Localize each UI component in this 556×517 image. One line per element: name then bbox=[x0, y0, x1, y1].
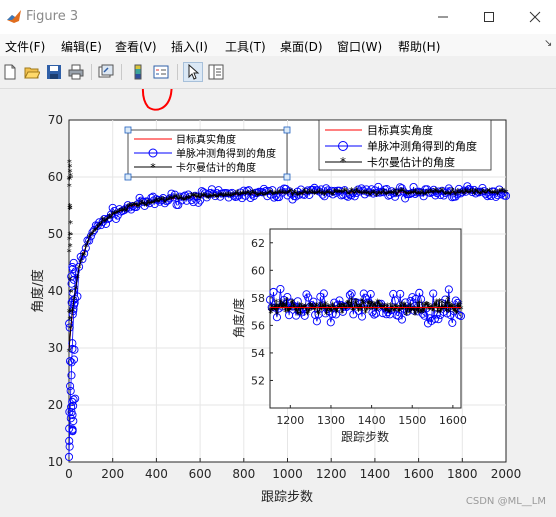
kalman-point: * bbox=[67, 235, 72, 246]
main-ytick-label: 50 bbox=[48, 227, 63, 241]
legend1-entry-monopulse: 单脉冲测角得到的角度 bbox=[176, 147, 276, 160]
window-title: Figure 3 bbox=[26, 9, 79, 24]
legend2-entry-kalman: 卡尔曼估计的角度 bbox=[367, 155, 455, 169]
minimize-icon bbox=[438, 16, 448, 18]
main-xtick-label: 400 bbox=[145, 467, 168, 481]
edit-plot-arrow-icon bbox=[188, 64, 200, 80]
save-button[interactable] bbox=[44, 62, 64, 82]
inset-xtick-label: 1500 bbox=[398, 414, 426, 427]
kalman-point: * bbox=[67, 247, 72, 258]
main-ytick-label: 20 bbox=[48, 398, 63, 412]
main-xtick-label: 0 bbox=[65, 467, 73, 481]
kalman-point: * bbox=[68, 288, 73, 299]
menu-insert[interactable]: 插入(I) bbox=[171, 38, 208, 55]
legend2-entry-true: 目标真实角度 bbox=[367, 123, 433, 137]
kalman-point: * bbox=[68, 219, 73, 230]
minimize-button[interactable] bbox=[432, 6, 454, 28]
menu-bar: 文件(F) 编辑(E) 查看(V) 插入(I) 工具(T) 桌面(D) 窗口(W… bbox=[0, 34, 556, 56]
maximize-icon bbox=[484, 12, 494, 22]
menu-tools[interactable]: 工具(T) bbox=[225, 38, 266, 55]
main-ytick-label: 30 bbox=[48, 341, 63, 355]
open-property-inspector-icon bbox=[208, 64, 224, 80]
main-xtick-label: 2000 bbox=[491, 467, 522, 481]
toolbar-separator bbox=[177, 64, 178, 80]
legend-selected[interactable]: 目标真实角度 单脉冲测角得到的角度 * 卡尔曼估计的角度 bbox=[124, 126, 291, 181]
kalman-point: * bbox=[68, 276, 73, 287]
kalman-point: * bbox=[67, 174, 72, 185]
inset-ytick-label: 54 bbox=[251, 347, 265, 360]
print-button[interactable] bbox=[66, 62, 86, 82]
title-bar: Figure 3 bbox=[0, 0, 556, 34]
inset-xtick-label: 1300 bbox=[317, 414, 345, 427]
menu-file[interactable]: 文件(F) bbox=[5, 38, 45, 55]
main-xtick-label: 1200 bbox=[316, 467, 347, 481]
watermark: CSDN @ML__LM bbox=[465, 496, 546, 507]
insert-legend-icon bbox=[153, 65, 169, 79]
menu-edit[interactable]: 编辑(E) bbox=[61, 38, 102, 55]
menu-view[interactable]: 查看(V) bbox=[115, 38, 157, 55]
main-xtick-label: 1600 bbox=[403, 467, 434, 481]
inset-xlabel: 跟踪步数 bbox=[341, 429, 389, 444]
close-icon bbox=[529, 11, 541, 23]
figure-toolbar bbox=[0, 56, 556, 89]
save-icon bbox=[47, 65, 61, 79]
legend2-entry-monopulse: 单脉冲测角得到的角度 bbox=[367, 139, 477, 153]
inset-ytick-label: 56 bbox=[251, 319, 265, 332]
open-file-button[interactable] bbox=[22, 62, 42, 82]
insert-colorbar-button[interactable] bbox=[128, 62, 148, 82]
kalman-point: * bbox=[504, 188, 509, 199]
toolbar-dock-arrow-icon[interactable]: ↘ bbox=[544, 38, 552, 49]
close-button[interactable] bbox=[524, 6, 546, 28]
figure-canvas[interactable]: 0 200 400 600 800 1000 1200 1400 1600 1800 2000 10 2… bbox=[0, 58, 556, 513]
inset-ytick-label: 62 bbox=[251, 237, 265, 250]
inset-xtick-label: 1600 bbox=[439, 414, 467, 427]
toolbar-separator bbox=[91, 64, 92, 80]
inset-ytick-label: 58 bbox=[251, 292, 265, 305]
menu-help[interactable]: 帮助(H) bbox=[398, 38, 440, 55]
maximize-button[interactable] bbox=[478, 6, 500, 28]
link-plot-button[interactable] bbox=[96, 62, 116, 82]
legend1-entry-true: 目标真实角度 bbox=[176, 133, 236, 146]
main-xtick-label: 1400 bbox=[360, 467, 391, 481]
main-xtick-label: 800 bbox=[232, 467, 255, 481]
legend1-entry-kalman: 卡尔曼估计的角度 bbox=[176, 161, 256, 174]
kalman-point: * bbox=[67, 158, 72, 169]
new-figure-button[interactable] bbox=[0, 62, 20, 82]
inset-xtick-label: 1200 bbox=[276, 414, 304, 427]
inset-ylabel: 角度/度 bbox=[231, 298, 246, 338]
main-ylabel: 角度/度 bbox=[30, 269, 46, 312]
main-ytick-label: 60 bbox=[48, 170, 63, 184]
legend1-star-marker: * bbox=[150, 161, 156, 174]
print-icon bbox=[68, 64, 84, 80]
property-inspector-button[interactable] bbox=[206, 62, 226, 82]
red-annotation-scribble bbox=[142, 58, 173, 111]
matlab-logo-icon bbox=[6, 9, 22, 25]
main-ytick-label: 40 bbox=[48, 284, 63, 298]
inset-ytick-label: 52 bbox=[251, 374, 265, 387]
main-xtick-label: 1000 bbox=[272, 467, 303, 481]
legend2-star-marker: * bbox=[340, 155, 346, 169]
toolbar-separator bbox=[121, 64, 122, 80]
main-xtick-label: 200 bbox=[101, 467, 124, 481]
inset-ytick-label: 60 bbox=[251, 264, 265, 277]
main-xtick-label: 600 bbox=[189, 467, 212, 481]
edit-plot-button[interactable] bbox=[183, 62, 203, 82]
menu-window[interactable]: 窗口(W) bbox=[337, 38, 382, 55]
main-xlabel: 跟踪步数 bbox=[261, 490, 313, 505]
main-ytick-label: 10 bbox=[48, 455, 63, 469]
insert-legend-button[interactable] bbox=[151, 62, 171, 82]
insert-colorbar-icon bbox=[134, 64, 142, 80]
open-file-icon bbox=[24, 67, 40, 79]
legend-secondary[interactable]: 目标真实角度 单脉冲测角得到的角度 * 卡尔曼估计的角度 bbox=[318, 119, 492, 171]
menu-desktop[interactable]: 桌面(D) bbox=[280, 38, 323, 55]
main-ytick-label: 70 bbox=[48, 113, 63, 127]
plot-svg[interactable]: 0 200 400 600 800 1000 1200 1400 1600 1800 2000 10 2… bbox=[0, 58, 556, 513]
new-figure-icon bbox=[4, 64, 16, 80]
inset-xtick-label: 1400 bbox=[358, 414, 386, 427]
main-xtick-label: 1800 bbox=[447, 467, 478, 481]
link-plot-icon bbox=[98, 64, 114, 78]
kalman-point: * bbox=[68, 204, 73, 215]
